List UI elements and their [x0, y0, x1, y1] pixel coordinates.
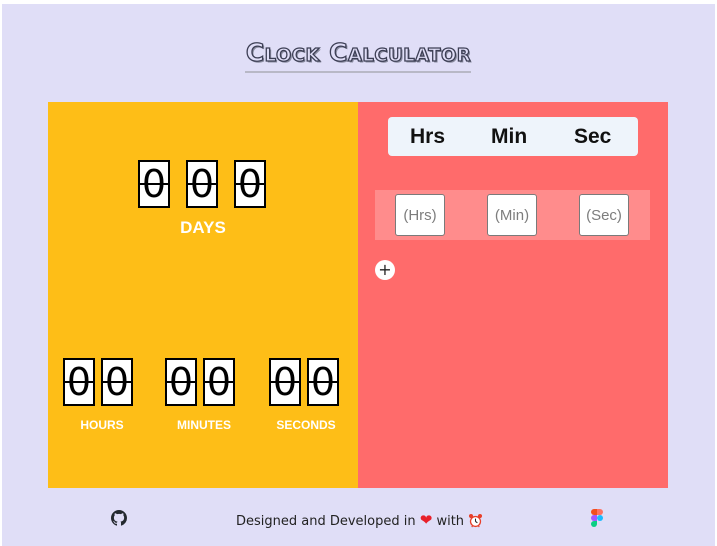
- time-input-row: [375, 190, 650, 240]
- seconds-digit: 0: [307, 358, 339, 406]
- hours-input[interactable]: [395, 194, 445, 236]
- figma-icon[interactable]: [591, 509, 603, 527]
- seconds-input[interactable]: [579, 194, 629, 236]
- header-min: Min: [491, 125, 528, 148]
- header-hrs: Hrs: [410, 125, 446, 148]
- hours-digit: 0: [63, 358, 95, 406]
- days-digit: 0: [234, 160, 266, 208]
- app-title: Clock Calculator: [245, 37, 472, 67]
- hours-label: HOURS: [80, 418, 124, 432]
- unit-header: Hrs Min Sec: [388, 117, 638, 156]
- footer-text-with: with: [436, 514, 465, 529]
- seconds-digit: 0: [269, 358, 301, 406]
- days-label: DAYS: [180, 218, 226, 237]
- minutes-label: MINUTES: [177, 418, 231, 432]
- minutes-input[interactable]: [487, 194, 537, 236]
- minutes-digit: 0: [165, 358, 197, 406]
- heart-icon: ❤: [419, 511, 433, 529]
- hours-digit: 0: [101, 358, 133, 406]
- days-digit: 0: [138, 160, 170, 208]
- page: Clock Calculator 0 0 0 DAYS 0 0 0 0 0 0 …: [2, 4, 715, 546]
- footer-credit: Designed and Developed in ❤ with: [236, 511, 483, 531]
- calculator-panel: Hrs Min Sec +: [358, 102, 668, 488]
- title-underline: [245, 71, 471, 73]
- footer-text-designed: Designed and Developed in: [236, 514, 416, 529]
- add-row-button[interactable]: +: [375, 260, 395, 280]
- days-digit: 0: [186, 160, 218, 208]
- result-panel: 0 0 0 DAYS 0 0 0 0 0 0 HOURS MINUTES SEC…: [48, 102, 358, 488]
- seconds-label: SECONDS: [276, 418, 336, 432]
- minutes-digit: 0: [203, 358, 235, 406]
- alarm-clock-icon: [469, 513, 483, 528]
- header-sec: Sec: [574, 125, 612, 148]
- github-icon[interactable]: [111, 510, 127, 526]
